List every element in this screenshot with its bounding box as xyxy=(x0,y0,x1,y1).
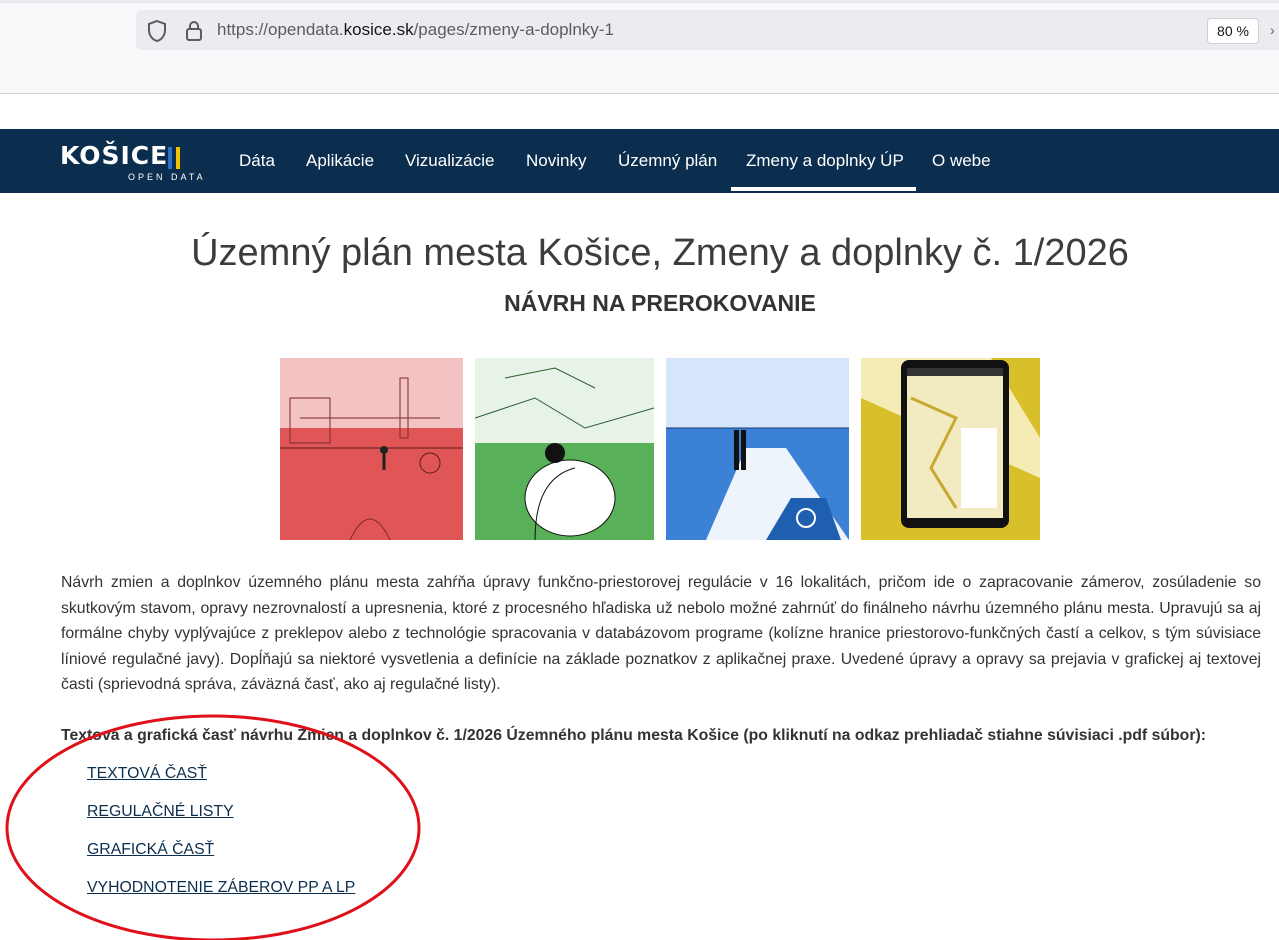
link-regulacne-listy[interactable]: REGULAČNÉ LISTY xyxy=(87,803,234,821)
url-host: kosice.sk xyxy=(343,20,414,39)
url-path: /pages/zmeny-a-doplnky-1 xyxy=(413,20,614,39)
nav-item-vizualizacie[interactable]: Vizualizácie xyxy=(405,151,494,171)
shield-icon[interactable] xyxy=(146,19,168,43)
nav-item-uzemny-plan[interactable]: Územný plán xyxy=(618,151,717,171)
browser-toolbar: https://opendata.kosice.sk/pages/zmeny-a… xyxy=(0,0,1279,94)
lock-icon[interactable] xyxy=(184,19,204,43)
overflow-chevron-icon[interactable]: › xyxy=(1270,22,1279,38)
active-nav-indicator xyxy=(731,187,916,191)
illustration-blue-cycleway xyxy=(666,358,849,540)
logo-yellow-bar xyxy=(176,147,180,169)
illustration-red-street xyxy=(280,358,463,540)
intro-paragraph: Návrh zmien a doplnkov územného plánu me… xyxy=(61,574,1261,694)
illustration-yellow-tablet xyxy=(861,358,1040,540)
link-textova-cast[interactable]: TEXTOVÁ ČASŤ xyxy=(87,765,207,783)
url-text[interactable]: https://opendata.kosice.sk/pages/zmeny-a… xyxy=(217,20,614,40)
kosice-opendata-logo[interactable]: KOŠICE OPEN DATA xyxy=(60,141,220,185)
illustration-green-park xyxy=(475,358,654,540)
page-title: Územný plán mesta Košice, Zmeny a doplnk… xyxy=(191,232,1129,274)
nav-item-aplikacie[interactable]: Aplikácie xyxy=(306,151,374,171)
nav-item-data[interactable]: Dáta xyxy=(239,151,275,171)
link-graficka-cast[interactable]: GRAFICKÁ ČASŤ xyxy=(87,841,214,859)
nav-item-zmeny-a-doplnky[interactable]: Zmeny a doplnky ÚP xyxy=(746,151,904,171)
url-prefix: https://opendata. xyxy=(217,20,344,39)
logo-main-text: KOŠICE xyxy=(60,141,169,170)
tab-strip-edge xyxy=(0,0,1279,3)
zoom-indicator[interactable]: 80 % xyxy=(1207,18,1259,44)
link-vyhodnotenie-zaberov[interactable]: VYHODNOTENIE ZÁBEROV PP A LP xyxy=(87,879,355,897)
logo-sub-text: OPEN DATA xyxy=(128,172,206,182)
nav-item-novinky[interactable]: Novinky xyxy=(526,151,586,171)
page-subtitle: NÁVRH NA PREROKOVANIE xyxy=(504,290,816,316)
nav-item-o-webe[interactable]: O webe xyxy=(932,151,991,171)
site-navbar: KOŠICE OPEN DATA Dáta Aplikácie Vizualiz… xyxy=(0,129,1279,193)
documents-heading: Textová a grafická časť návrhu Zmien a d… xyxy=(61,727,1206,744)
logo-blue-bar xyxy=(168,147,172,169)
